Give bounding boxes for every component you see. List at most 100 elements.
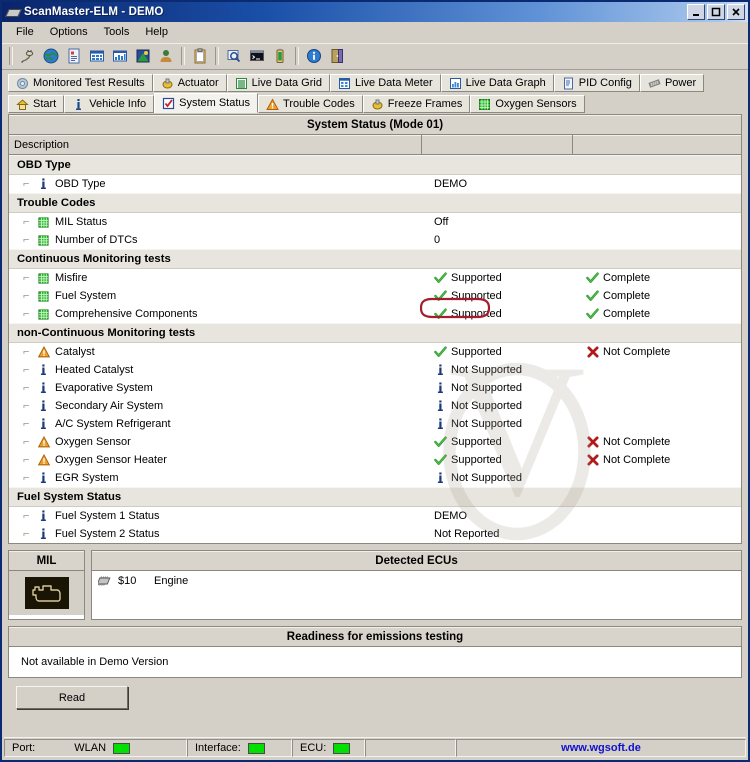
interface-label: Interface: — [195, 742, 241, 754]
tree-line-icon: ⌐ — [23, 307, 29, 320]
window-controls — [687, 4, 748, 20]
info-pin-icon — [37, 178, 50, 191]
report-icon[interactable] — [63, 45, 85, 67]
info-icon[interactable] — [303, 45, 325, 67]
table-row[interactable]: ⌐ Misfire Supported Complete — [9, 269, 741, 287]
tree-line-icon: ⌐ — [23, 271, 29, 284]
row-complete-value: Complete — [573, 308, 741, 321]
search-icon[interactable] — [223, 45, 245, 67]
globe-icon[interactable] — [40, 45, 62, 67]
row-label: Fuel System 1 Status — [55, 510, 160, 522]
table-row[interactable]: ⌐ A/C System Refrigerant Not Supported — [9, 415, 741, 433]
panel-title: System Status (Mode 01) — [9, 115, 741, 135]
vendor-url[interactable]: www.wgsoft.de — [456, 739, 746, 757]
row-support-label: Not Supported — [451, 382, 522, 394]
minimize-button[interactable] — [687, 4, 705, 20]
read-button[interactable]: Read — [16, 686, 128, 709]
row-support-label: Not Supported — [451, 418, 522, 430]
table-row[interactable]: ⌐ EGR System Not Supported — [9, 469, 741, 487]
terminal-icon[interactable] — [246, 45, 268, 67]
row-description: ⌐ Oxygen Sensor — [9, 436, 422, 449]
row-support-label: Supported — [451, 290, 502, 302]
info-pin-icon — [37, 382, 50, 395]
tab-pid-config[interactable]: PID Config — [553, 74, 640, 92]
green-grid-icon — [37, 290, 50, 303]
tree-line-icon: ⌐ — [23, 471, 29, 484]
tab-start[interactable]: Start — [8, 95, 65, 113]
tab-label: Live Data Meter — [354, 77, 433, 89]
table-row[interactable]: ⌐ Oxygen Sensor Heater Supported Not Comple… — [9, 451, 741, 469]
info-pin-icon — [434, 400, 447, 413]
table-row[interactable]: ⌐ Heated Catalyst Not Supported — [9, 361, 741, 379]
row-support-value: Supported — [422, 436, 573, 449]
tab-live-data-grid[interactable]: Live Data Grid — [226, 74, 330, 92]
menu-tools[interactable]: Tools — [96, 24, 138, 40]
data-grid-icon[interactable] — [86, 45, 108, 67]
row-description: ⌐ A/C System Refrigerant — [9, 418, 422, 431]
list-item[interactable]: $10 Engine — [98, 575, 741, 587]
table-row[interactable]: ⌐ Catalyst Supported Not Complete — [9, 343, 741, 361]
menu-help[interactable]: Help — [137, 24, 176, 40]
maximize-button[interactable] — [707, 4, 725, 20]
info-pin-icon — [37, 364, 50, 377]
row-complete-label: Complete — [603, 272, 651, 284]
port-led — [113, 742, 131, 754]
column-header-description[interactable]: Description — [9, 135, 422, 154]
battery-icon[interactable] — [269, 45, 291, 67]
group-header: non-Continuous Monitoring tests — [9, 323, 741, 343]
column-header-supported[interactable] — [422, 135, 573, 154]
row-complete-value: Complete — [573, 290, 741, 303]
table-row[interactable]: ⌐ Fuel System 1 Status DEMO — [9, 507, 741, 525]
table-row[interactable]: ⌐ Comprehensive Components Supported Comple… — [9, 305, 741, 323]
row-description: ⌐ Fuel System — [9, 290, 422, 303]
row-complete-label: Not Complete — [603, 436, 671, 448]
tab-power[interactable]: Power — [639, 74, 705, 92]
row-description: ⌐ Number of DTCs — [9, 234, 422, 247]
row-support-value: Supported — [422, 308, 573, 321]
info-pin-icon — [434, 418, 447, 431]
table-row[interactable]: ⌐ MIL Status Off — [9, 213, 741, 231]
connect-icon[interactable] — [17, 45, 39, 67]
data-graph-icon[interactable] — [109, 45, 131, 67]
check-icon — [586, 290, 599, 303]
exit-icon[interactable] — [326, 45, 348, 67]
tree-line-icon: ⌐ — [23, 289, 29, 302]
table-row[interactable]: ⌐ Number of DTCs 0 — [9, 231, 741, 249]
table-row[interactable]: ⌐ Fuel System Supported Complete — [9, 287, 741, 305]
tab-monitored-test-results[interactable]: Monitored Test Results — [8, 74, 153, 92]
table-row[interactable]: ⌐ Evaporative System Not Supported — [9, 379, 741, 397]
tab-live-data-graph[interactable]: Live Data Graph — [440, 74, 554, 92]
table-row[interactable]: ⌐ OBD Type DEMO — [9, 175, 741, 193]
tab-live-data-meter[interactable]: Live Data Meter — [329, 74, 441, 92]
tab-system-status[interactable]: System Status — [154, 93, 259, 113]
tree-line-icon: ⌐ — [23, 527, 29, 540]
status-ecu: ECU: — [292, 739, 365, 757]
column-header-complete[interactable] — [573, 135, 741, 154]
row-description: ⌐ Oxygen Sensor Heater — [9, 454, 422, 467]
chart-icon[interactable] — [132, 45, 154, 67]
table-row[interactable]: ⌐ Secondary Air System Not Supported — [9, 397, 741, 415]
tab-freeze-frames[interactable]: Freeze Frames — [362, 95, 471, 113]
row-support-value: Supported — [422, 346, 573, 359]
tab-label: Oxygen Sensors — [495, 98, 577, 110]
close-button[interactable] — [727, 4, 745, 20]
chip-icon — [5, 6, 22, 18]
tab-oxygen-sensors[interactable]: Oxygen Sensors — [470, 95, 585, 113]
tab-vehicle-info[interactable]: Vehicle Info — [64, 95, 155, 113]
menu-file[interactable]: File — [8, 24, 42, 40]
row-label: Comprehensive Components — [55, 308, 198, 320]
user-icon[interactable] — [155, 45, 177, 67]
table-row[interactable]: ⌐ Fuel System 2 Status Not Reported — [9, 525, 741, 543]
menu-options[interactable]: Options — [42, 24, 96, 40]
tab-label: Freeze Frames — [387, 98, 463, 110]
row-label: Fuel System — [55, 290, 117, 302]
ecu-address: $10 — [118, 575, 137, 587]
row-support-label: Not Supported — [451, 364, 522, 376]
tree-line-icon: ⌐ — [23, 363, 29, 376]
row-support-label: DEMO — [434, 178, 467, 190]
table-row[interactable]: ⌐ Oxygen Sensor Supported Not Complete — [9, 433, 741, 451]
tab-actuator[interactable]: Actuator — [152, 74, 227, 92]
mil-panel: MIL — [8, 550, 85, 620]
tab-trouble-codes[interactable]: Trouble Codes — [258, 95, 363, 113]
clipboard-icon[interactable] — [189, 45, 211, 67]
